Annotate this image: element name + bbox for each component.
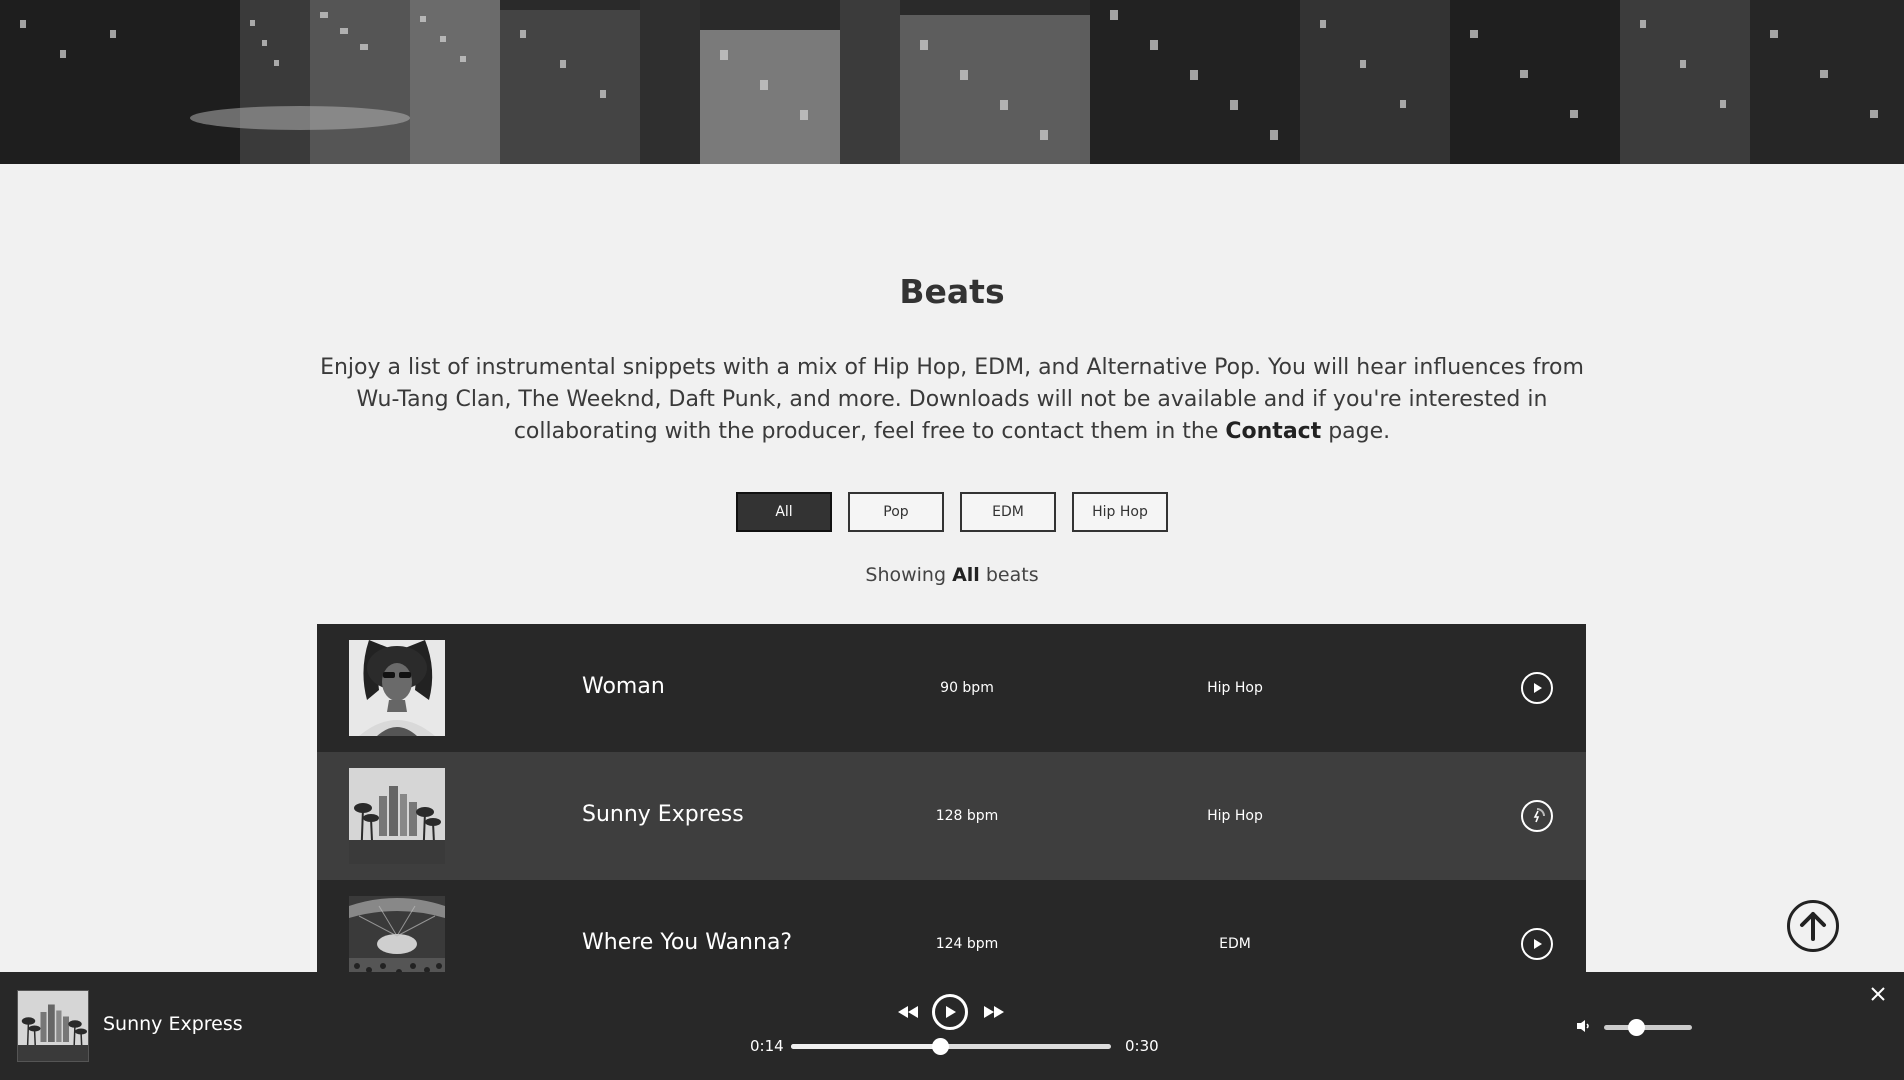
duration-time: 0:30 [1125,1037,1159,1055]
beat-row[interactable]: Woman 90 bpm Hip Hop [317,624,1586,752]
beat-bpm: 128 bpm [935,808,999,824]
filter-pop-button[interactable]: Pop [848,492,944,532]
progress-thumb[interactable] [932,1038,950,1055]
arrow-up-icon [1800,912,1826,941]
progress-slider[interactable] [791,1038,1111,1055]
volume-button[interactable] [1575,1017,1593,1035]
current-time: 0:14 [750,1037,784,1055]
rewind-button[interactable] [895,1002,921,1022]
now-playing-cover [17,990,89,1062]
rewind-icon [898,1006,918,1018]
play-pause-button[interactable] [932,994,968,1030]
showing-text: Showing All beats [865,564,1039,586]
city-skyline-image [0,0,1904,164]
beat-bpm: 90 bpm [940,680,994,696]
beat-row[interactable]: Sunny Express 128 bpm Hip Hop [317,752,1586,880]
play-icon [1534,683,1542,693]
intro-text: Enjoy a list of instrumental snippets wi… [320,355,1584,444]
beat-title: Woman [582,674,665,699]
audio-player: Sunny Express 0:14 0:30 [0,972,1904,1080]
genre-filters: All Pop EDM Hip Hop [0,492,1904,532]
contact-link[interactable]: Contact [1225,419,1321,444]
play-icon [1534,939,1542,949]
now-playing-title: Sunny Express [103,1013,243,1035]
progress-fill [791,1044,941,1049]
beat-genre: Hip Hop [1207,808,1263,824]
filter-edm-button[interactable]: EDM [960,492,1056,532]
close-icon [1871,987,1885,1001]
close-player-button[interactable] [1868,984,1888,1004]
loading-indicator[interactable] [1521,800,1553,832]
fast-forward-button[interactable] [981,1002,1007,1022]
filter-all-button[interactable]: All [736,492,832,532]
fast-forward-icon [984,1006,1004,1018]
filter-hiphop-button[interactable]: Hip Hop [1072,492,1168,532]
showing-filter: All [952,564,980,586]
beat-row[interactable]: Where You Wanna? 124 bpm EDM [317,880,1586,972]
hero-banner [0,0,1904,164]
page-title: Beats [899,272,1005,311]
beats-list: Woman 90 bpm Hip Hop Sunny Express 128 b… [317,624,1586,972]
beat-genre: Hip Hop [1207,680,1263,696]
concert-crowd-image [349,896,445,972]
play-icon [946,1006,956,1018]
beat-title: Where You Wanna? [582,930,793,955]
portrait-image [349,640,445,736]
spinner-icon [1533,808,1545,823]
play-button[interactable] [1521,928,1553,960]
beat-genre: EDM [1219,936,1251,952]
city-palms-image [349,768,445,864]
beat-bpm: 124 bpm [935,936,999,952]
speaker-icon [1577,1020,1589,1032]
volume-slider[interactable] [1604,1019,1692,1036]
play-button[interactable] [1521,672,1553,704]
volume-thumb[interactable] [1627,1019,1645,1036]
beat-title: Sunny Express [582,802,744,827]
back-to-top-button[interactable] [1787,900,1839,952]
city-palms-image [18,991,88,1061]
